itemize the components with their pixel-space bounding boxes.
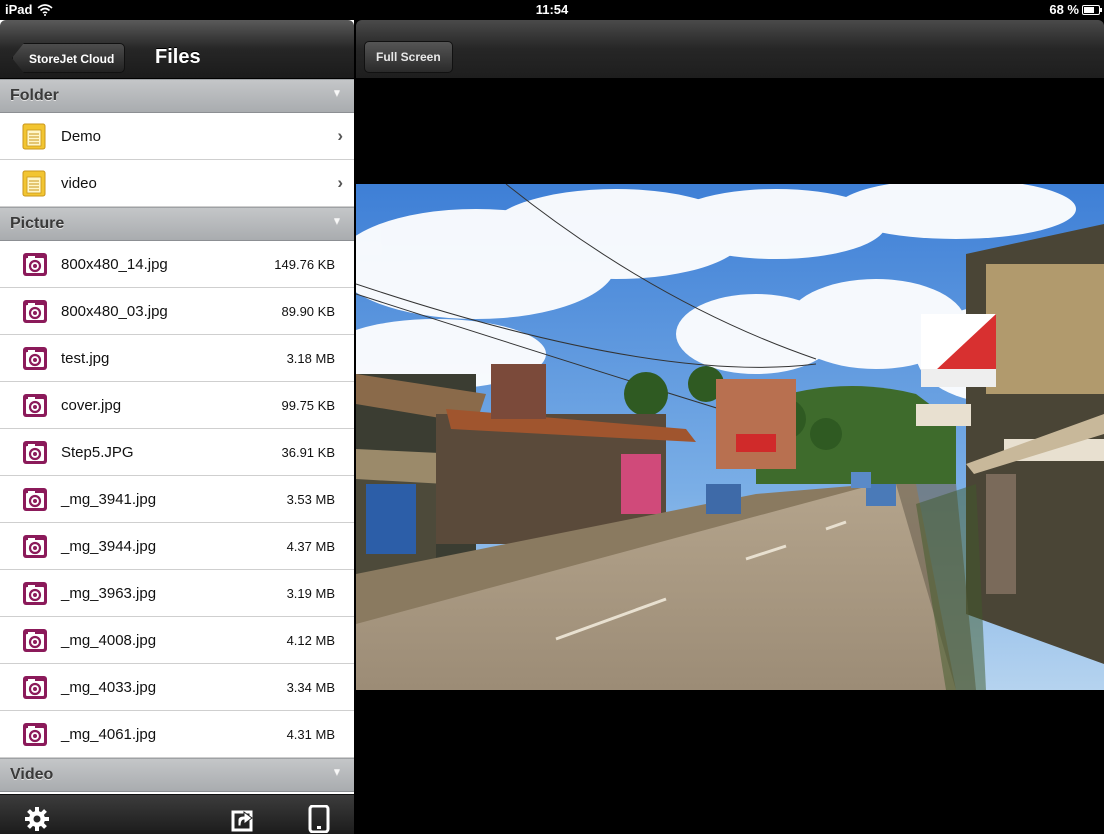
picture-row[interactable]: _mg_3963.jpg 3.19 MB [0, 570, 354, 617]
file-list: Folder ▼ Demo › video › Picture ▼ 800x480_1… [0, 79, 354, 792]
picture-row[interactable]: _mg_4061.jpg 4.31 MB [0, 711, 354, 758]
battery-icon [1082, 4, 1102, 15]
preview-panel: Full Screen [356, 20, 1104, 834]
file-name: cover.jpg [61, 397, 122, 414]
picture-icon [23, 676, 47, 699]
bottom-toolbar [0, 794, 354, 834]
gear-icon[interactable] [24, 805, 50, 833]
file-size: 149.76 KB [274, 257, 335, 272]
section-label: Folder [10, 87, 59, 104]
full-screen-button[interactable]: Full Screen [364, 41, 453, 73]
status-right: 68 % [1049, 2, 1102, 17]
file-name: _mg_4033.jpg [61, 679, 157, 696]
page-title: Files [155, 46, 201, 68]
clock: 11:54 [535, 2, 569, 17]
file-name: _mg_3941.jpg [61, 491, 157, 508]
share-icon[interactable] [230, 805, 256, 833]
file-size: 89.90 KB [281, 304, 336, 319]
file-size: 3.53 MB [286, 492, 335, 507]
status-bar: iPad 11:54 68 % [0, 0, 1104, 20]
device-icon[interactable] [306, 805, 332, 833]
picture-row[interactable]: 800x480_14.jpg 149.76 KB [0, 241, 354, 288]
photo-preview[interactable] [356, 184, 1104, 690]
picture-icon [23, 394, 47, 417]
picture-row[interactable]: cover.jpg 99.75 KB [0, 382, 354, 429]
file-size: 3.19 MB [286, 586, 335, 601]
picture-row[interactable]: _mg_3944.jpg 4.37 MB [0, 523, 354, 570]
picture-row[interactable]: test.jpg 3.18 MB [0, 335, 354, 382]
file-name: _mg_3944.jpg [61, 538, 157, 555]
folder-icon [22, 123, 46, 150]
file-name: 800x480_03.jpg [61, 303, 168, 320]
folder-row[interactable]: video › [0, 160, 354, 207]
picture-icon [23, 488, 47, 511]
file-name: 800x480_14.jpg [61, 256, 168, 273]
picture-icon [23, 582, 47, 605]
file-size: 36.91 KB [281, 445, 336, 460]
file-browser-panel: StoreJet Cloud Files Folder ▼ Demo › video… [0, 20, 355, 834]
file-size: 99.75 KB [281, 398, 336, 413]
file-name: _mg_4008.jpg [61, 632, 157, 649]
file-name: Step5.JPG [61, 444, 134, 461]
section-label: Picture [10, 215, 65, 232]
picture-icon [23, 441, 47, 464]
battery-percent: 68 % [1049, 2, 1079, 17]
collapse-icon[interactable]: ▼ [331, 88, 343, 100]
section-label: Video [10, 766, 54, 783]
chevron-right-icon: › [337, 126, 343, 145]
folder-row[interactable]: Demo › [0, 113, 354, 160]
picture-row[interactable]: _mg_4033.jpg 3.34 MB [0, 664, 354, 711]
file-name: test.jpg [61, 350, 110, 367]
picture-icon [23, 535, 47, 558]
picture-icon [23, 253, 47, 276]
file-size: 4.37 MB [286, 539, 335, 554]
collapse-icon[interactable]: ▼ [331, 767, 343, 779]
file-size: 4.12 MB [286, 633, 335, 648]
folder-icon [22, 170, 46, 197]
preview-nav-bar: Full Screen [356, 20, 1104, 79]
picture-row[interactable]: _mg_3941.jpg 3.53 MB [0, 476, 354, 523]
picture-icon [23, 347, 47, 370]
file-size: 3.18 MB [286, 351, 335, 366]
file-name: _mg_3963.jpg [61, 585, 157, 602]
files-nav-bar: StoreJet Cloud Files [0, 20, 354, 79]
picture-icon [23, 629, 47, 652]
picture-row[interactable]: Step5.JPG 36.91 KB [0, 429, 354, 476]
file-size: 3.34 MB [286, 680, 335, 695]
collapse-icon[interactable]: ▼ [331, 216, 343, 228]
folder-name: video [61, 175, 97, 192]
section-header-video[interactable]: Video ▼ [0, 758, 354, 792]
picture-row[interactable]: 800x480_03.jpg 89.90 KB [0, 288, 354, 335]
section-header-folder[interactable]: Folder ▼ [0, 79, 354, 113]
section-header-picture[interactable]: Picture ▼ [0, 207, 354, 241]
picture-row[interactable]: _mg_4008.jpg 4.12 MB [0, 617, 354, 664]
file-size: 4.31 MB [286, 727, 335, 742]
back-button[interactable]: StoreJet Cloud [12, 43, 126, 73]
picture-icon [23, 723, 47, 746]
chevron-right-icon: › [337, 173, 343, 192]
picture-icon [23, 300, 47, 323]
folder-name: Demo [61, 128, 102, 145]
file-name: _mg_4061.jpg [61, 726, 157, 743]
